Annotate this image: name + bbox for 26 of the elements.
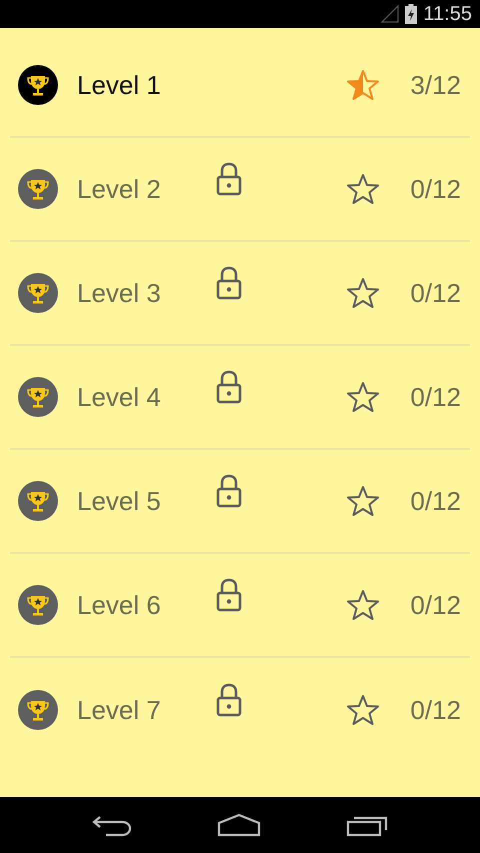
back-icon[interactable]	[92, 813, 132, 837]
star-count: 3/12	[409, 70, 461, 100]
star-count: 0/12	[409, 694, 461, 726]
level-row[interactable]: Level 1 3/12	[10, 34, 470, 138]
battery-icon	[405, 4, 418, 24]
level-name: Level 1	[77, 70, 162, 100]
clock-time: 11:55	[423, 2, 472, 26]
signal-icon	[381, 5, 400, 23]
level-name: Level 3	[77, 278, 162, 308]
star-count: 0/12	[409, 486, 461, 516]
star-count: 0/12	[409, 278, 461, 308]
home-icon[interactable]	[216, 813, 261, 837]
level-row[interactable]: Level 3 0/12	[10, 242, 470, 346]
star-count: 0/12	[409, 382, 461, 412]
level-row[interactable]: Level 2 0/12	[10, 138, 470, 242]
star-count: 0/12	[409, 590, 461, 620]
level-row[interactable]: Level 6 0/12	[10, 554, 470, 658]
level-name: Level 4	[77, 382, 162, 412]
level-row[interactable]: Level 5 0/12	[10, 450, 470, 554]
level-name: Level 7	[77, 694, 162, 726]
level-name: Level 2	[77, 174, 162, 204]
star-count: 0/12	[409, 174, 461, 204]
level-row[interactable]: Level 4 0/12	[10, 346, 470, 450]
level-name: Level 5	[77, 486, 162, 516]
level-name: Level 6	[77, 590, 162, 620]
level-row[interactable]: Level 7 0/12	[10, 658, 470, 762]
